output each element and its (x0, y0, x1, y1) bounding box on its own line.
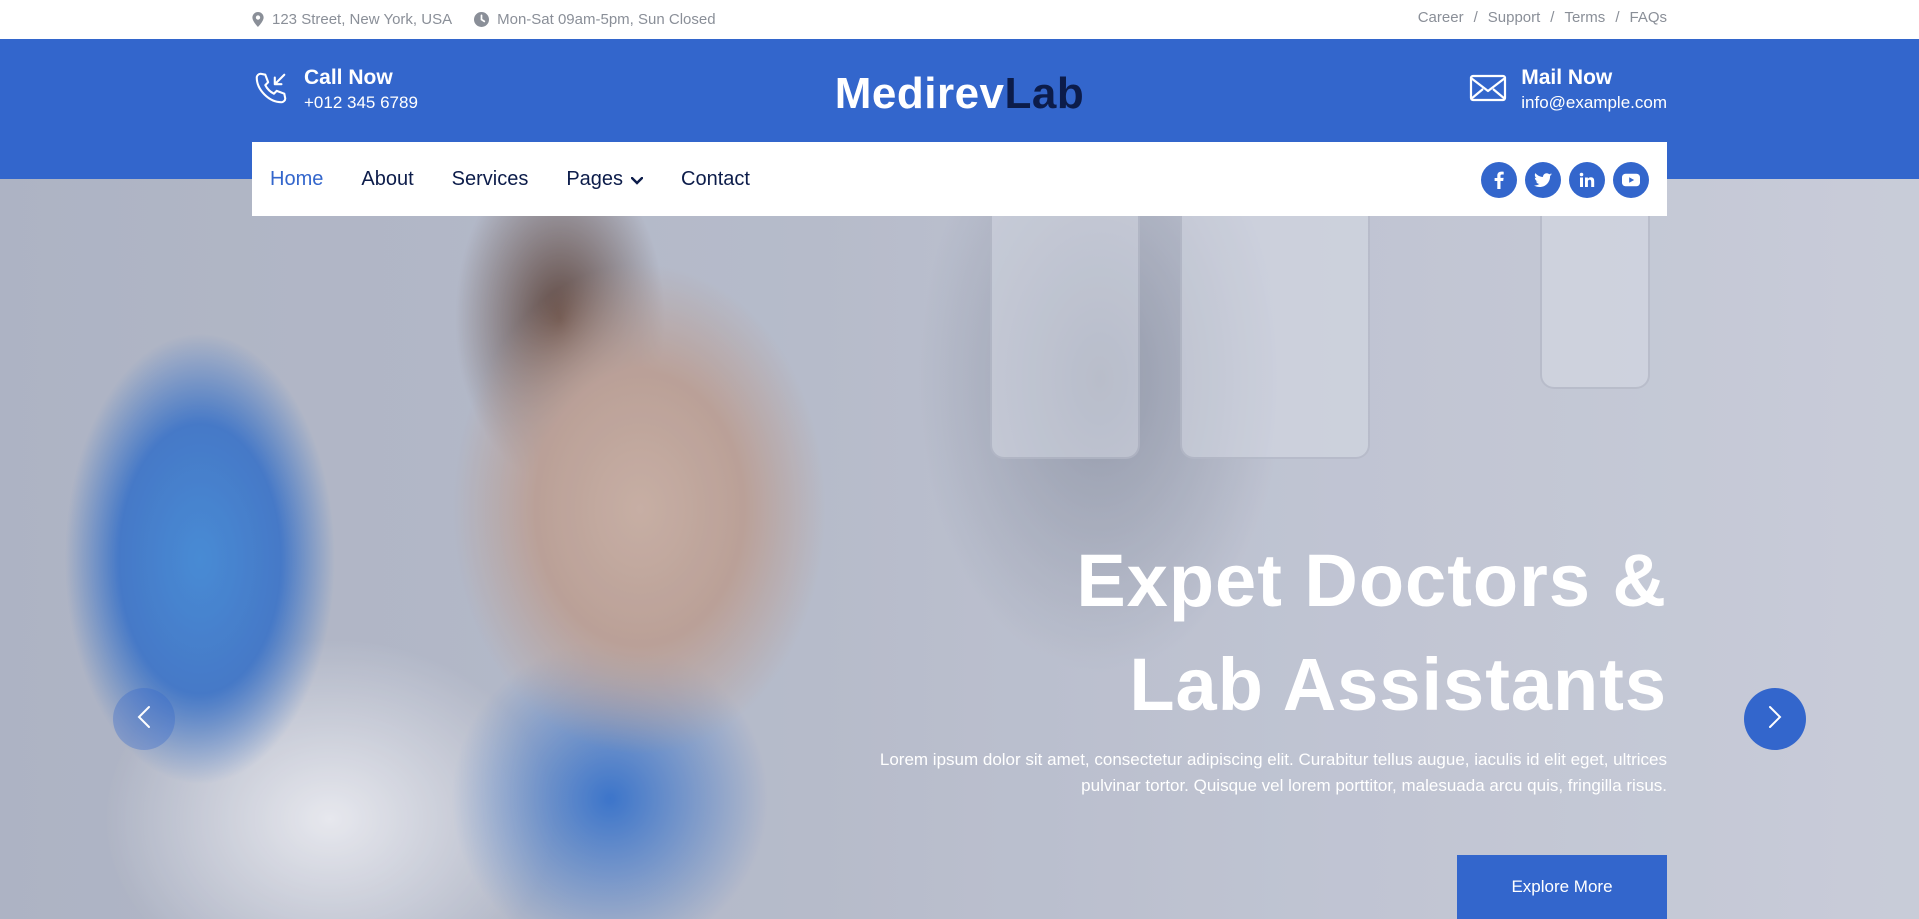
carousel-prev-button[interactable] (113, 688, 175, 750)
logo-text-primary: Medirev (834, 69, 1005, 118)
career-link[interactable]: Career (1418, 9, 1464, 26)
linkedin-icon[interactable] (1569, 162, 1605, 198)
mail-now-block: Mail Now info@example.com (1469, 65, 1667, 115)
nav-menu: Home About Services Pages Contact (270, 142, 750, 216)
carousel-next-button[interactable] (1744, 688, 1806, 750)
nav-contact[interactable]: Contact (681, 168, 750, 191)
separator: / (1473, 9, 1478, 26)
address-info: 123 Street, New York, USA (252, 11, 452, 28)
separator: / (1615, 9, 1620, 26)
hero-title-line-1: Expet Doctors & (1076, 539, 1667, 622)
nav-pages-label: Pages (566, 167, 624, 190)
top-bar-info: 123 Street, New York, USA Mon-Sat 09am-5… (252, 0, 716, 39)
logo-text-secondary: Lab (1004, 69, 1085, 118)
nav-pages-dropdown[interactable]: Pages (566, 167, 644, 191)
chevron-down-icon (630, 168, 644, 191)
address-text: 123 Street, New York, USA (272, 11, 453, 28)
hours-info: Mon-Sat 09am-5pm, Sun Closed (474, 11, 716, 28)
faqs-link[interactable]: FAQs (1629, 9, 1667, 26)
facebook-icon[interactable] (1481, 162, 1517, 198)
hours-text: Mon-Sat 09am-5pm, Sun Closed (497, 11, 716, 28)
nav-services[interactable]: Services (452, 168, 529, 191)
youtube-icon[interactable] (1613, 162, 1649, 198)
map-marker-icon (252, 12, 264, 27)
clock-icon (474, 12, 490, 27)
mail-now-address[interactable]: info@example.com (1521, 91, 1667, 115)
hero-description: Lorem ipsum dolor sit amet, consectetur … (879, 750, 1667, 795)
main-navbar: Home About Services Pages Contact (252, 142, 1667, 216)
twitter-icon[interactable] (1525, 162, 1561, 198)
chevron-left-icon (137, 705, 151, 734)
hero-title-line-2: Lab Assistants (1129, 643, 1667, 726)
hero-carousel: Expet Doctors & Lab Assistants Lorem ips… (0, 179, 1919, 919)
separator: / (1550, 9, 1555, 26)
mail-now-title: Mail Now (1521, 66, 1613, 89)
chevron-right-icon (1768, 705, 1782, 734)
top-bar-links: Career / Support / Terms / FAQs (1418, 0, 1667, 35)
explore-more-button[interactable]: Explore More (1457, 855, 1667, 919)
terms-link[interactable]: Terms (1564, 9, 1605, 26)
nav-about[interactable]: About (361, 168, 413, 191)
social-links (1481, 162, 1649, 198)
top-bar: 123 Street, New York, USA Mon-Sat 09am-5… (0, 0, 1919, 39)
envelope-icon (1469, 73, 1507, 108)
support-link[interactable]: Support (1488, 9, 1541, 26)
hero-title: Expet Doctors & Lab Assistants (1076, 529, 1667, 737)
nav-home[interactable]: Home (270, 168, 323, 191)
